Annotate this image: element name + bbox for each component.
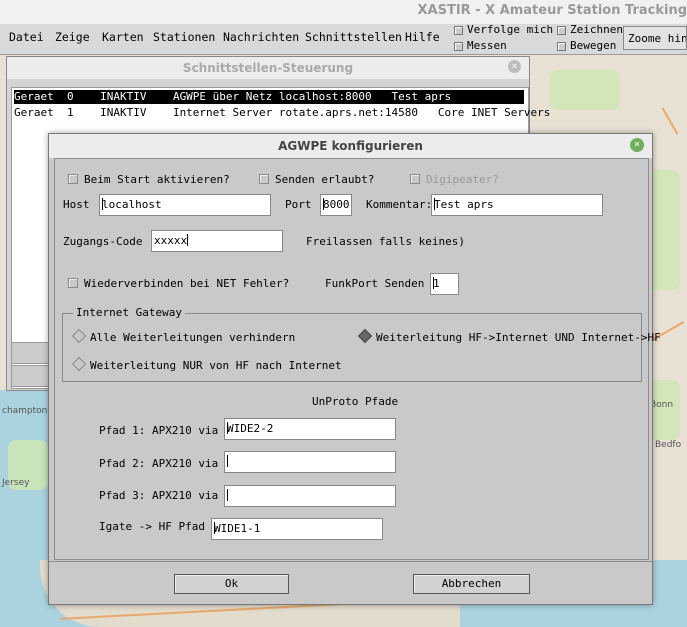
checkbox-label: Beim Start aktivieren?: [84, 173, 230, 186]
ok-button[interactable]: Ok: [174, 574, 289, 594]
agwpe-config-dialog: AGWPE konfigurieren × Beim Start aktivie…: [48, 133, 661, 605]
checkbox-label: Senden erlaubt?: [275, 173, 375, 186]
interface-row[interactable]: Geraet 1 INAKTIV Internet Server rotate.…: [14, 106, 550, 120]
path3-input[interactable]: [224, 485, 396, 507]
radio-label: Alle Weiterleitungen verhindern: [90, 331, 296, 344]
draw-toggle[interactable]: Zeichnen: [557, 23, 623, 36]
activate-on-start-checkbox[interactable]: Beim Start aktivieren?: [68, 173, 230, 186]
interface-row[interactable]: Geraet 0 INAKTIV AGWPE über Netz localho…: [14, 90, 524, 104]
checkbox-icon: [68, 278, 78, 288]
text-caret: [227, 455, 228, 467]
radio-label: Weiterleitung HF->Internet UND Internet-…: [376, 331, 661, 344]
digipeater-checkbox[interactable]: Digipeater?: [410, 173, 499, 186]
host-input[interactable]: localhost: [99, 194, 271, 216]
path1-label: Pfad 1: APX210 via: [99, 424, 219, 437]
interface-button-partial[interactable]: [11, 342, 53, 364]
radioport-value: 1: [433, 277, 440, 290]
gateway-none-radio[interactable]: Alle Weiterleitungen verhindern: [71, 328, 296, 344]
checkbox-label: Wiederverbinden bei NET Fehler?: [84, 277, 290, 290]
path1-value: WIDE2-2: [227, 422, 274, 435]
map-label: Jersey: [2, 478, 30, 488]
port-label: Port: [285, 198, 312, 211]
password-label: Zugangs-Code: [63, 235, 143, 248]
map-label: Bonn: [650, 400, 674, 410]
checkbox-icon: [557, 25, 566, 35]
dialog-title: AGWPE konfigurieren: [49, 134, 652, 158]
igate-input[interactable]: WIDE1-1: [211, 518, 383, 540]
toggle-label: Bewegen: [570, 39, 617, 52]
igate-value: WIDE1-1: [214, 522, 261, 535]
move-toggle[interactable]: Bewegen: [557, 39, 616, 52]
radioport-input[interactable]: 1: [430, 273, 459, 295]
track-me-toggle[interactable]: Verfolge mich: [454, 23, 553, 36]
menu-label: Schnittstellen: [305, 30, 402, 44]
checkbox-icon: [410, 174, 420, 184]
toggle-label: Messen: [467, 39, 507, 52]
checkbox-label: Digipeater?: [426, 173, 499, 186]
radioport-label: FunkPort Senden: [325, 277, 425, 290]
toggle-label: Zeichnen: [570, 23, 623, 36]
host-value: localhost: [102, 198, 162, 211]
path3-label: Pfad 3: APX210 via: [99, 489, 219, 502]
menu-label: Zeige: [55, 30, 90, 44]
interface-window-title: Schnittstellen-Steuerung: [7, 57, 529, 79]
map-forest: [550, 70, 620, 110]
menu-label: Karten: [102, 30, 144, 44]
gateway-rf-only-radio[interactable]: Weiterleitung NUR von HF nach Internet: [71, 356, 342, 372]
text-caret: [227, 489, 228, 501]
path1-input[interactable]: WIDE2-2: [224, 418, 396, 440]
password-value: xxxxx: [154, 234, 188, 247]
password-hint: Freilassen falls keines): [306, 235, 465, 248]
close-icon[interactable]: ×: [508, 60, 521, 73]
menu-label: Hilfe: [405, 30, 440, 44]
close-icon[interactable]: ×: [630, 138, 644, 152]
checkbox-icon: [259, 174, 269, 184]
text-caret: [187, 234, 189, 246]
zoom-in-button[interactable]: Zoome hine: [623, 26, 687, 50]
radio-diamond-icon: [357, 328, 373, 344]
menu-karten[interactable]: Karten: [102, 30, 144, 44]
menu-datei[interactable]: Datei: [9, 30, 44, 44]
port-value: 8000: [323, 198, 350, 211]
toggle-label: Verfolge mich: [467, 23, 554, 36]
menu-label: Stationen: [153, 30, 216, 44]
radio-diamond-icon: [71, 328, 87, 344]
transmit-allowed-checkbox[interactable]: Senden erlaubt?: [259, 173, 374, 186]
dialog-separator: [49, 561, 652, 562]
reconnect-checkbox[interactable]: Wiederverbinden bei NET Fehler?: [68, 277, 289, 290]
menu-label: Nachrichten: [223, 30, 300, 44]
cancel-button[interactable]: Abbrechen: [413, 574, 530, 594]
app-title: XASTIR - X Amateur Station Tracking: [417, 3, 687, 18]
measure-toggle[interactable]: Messen: [454, 39, 507, 52]
map-road: [661, 107, 679, 135]
app-titlebar: XASTIR - X Amateur Station Tracking: [0, 0, 687, 25]
checkbox-icon: [68, 174, 78, 184]
checkbox-icon: [557, 41, 566, 51]
comment-value: Test aprs: [434, 198, 494, 211]
checkbox-icon: [454, 41, 463, 51]
comment-input[interactable]: Test aprs: [431, 194, 603, 216]
radio-label: Weiterleitung NUR von HF nach Internet: [90, 359, 342, 372]
gateway-legend: Internet Gateway: [73, 306, 185, 319]
unproto-title: UnProto Pfade: [312, 395, 399, 408]
interface-button-partial[interactable]: [11, 365, 53, 387]
menu-label: Datei: [9, 30, 44, 44]
path2-label: Pfad 2: APX210 via: [99, 457, 219, 470]
path2-input[interactable]: [224, 451, 396, 473]
host-label: Host: [63, 198, 90, 211]
gateway-both-radio[interactable]: Weiterleitung HF->Internet UND Internet-…: [357, 328, 661, 344]
menu-hilfe[interactable]: Hilfe: [405, 30, 440, 44]
igate-label: Igate -> HF Pfad: [99, 520, 205, 533]
menu-stationen[interactable]: Stationen: [153, 30, 215, 44]
map-label: Bedfo: [655, 440, 682, 450]
checkbox-icon: [454, 25, 463, 35]
menu-zeige[interactable]: Zeige: [55, 30, 90, 44]
comment-label: Kommentar:: [366, 198, 433, 211]
menu-nachrichten[interactable]: Nachrichten: [223, 30, 299, 44]
map-label: champton: [2, 406, 48, 416]
menu-schnittstellen[interactable]: Schnittstellen: [305, 30, 402, 44]
password-input[interactable]: xxxxx: [151, 230, 283, 252]
port-input[interactable]: 8000: [320, 194, 352, 216]
radio-diamond-icon: [71, 356, 87, 372]
